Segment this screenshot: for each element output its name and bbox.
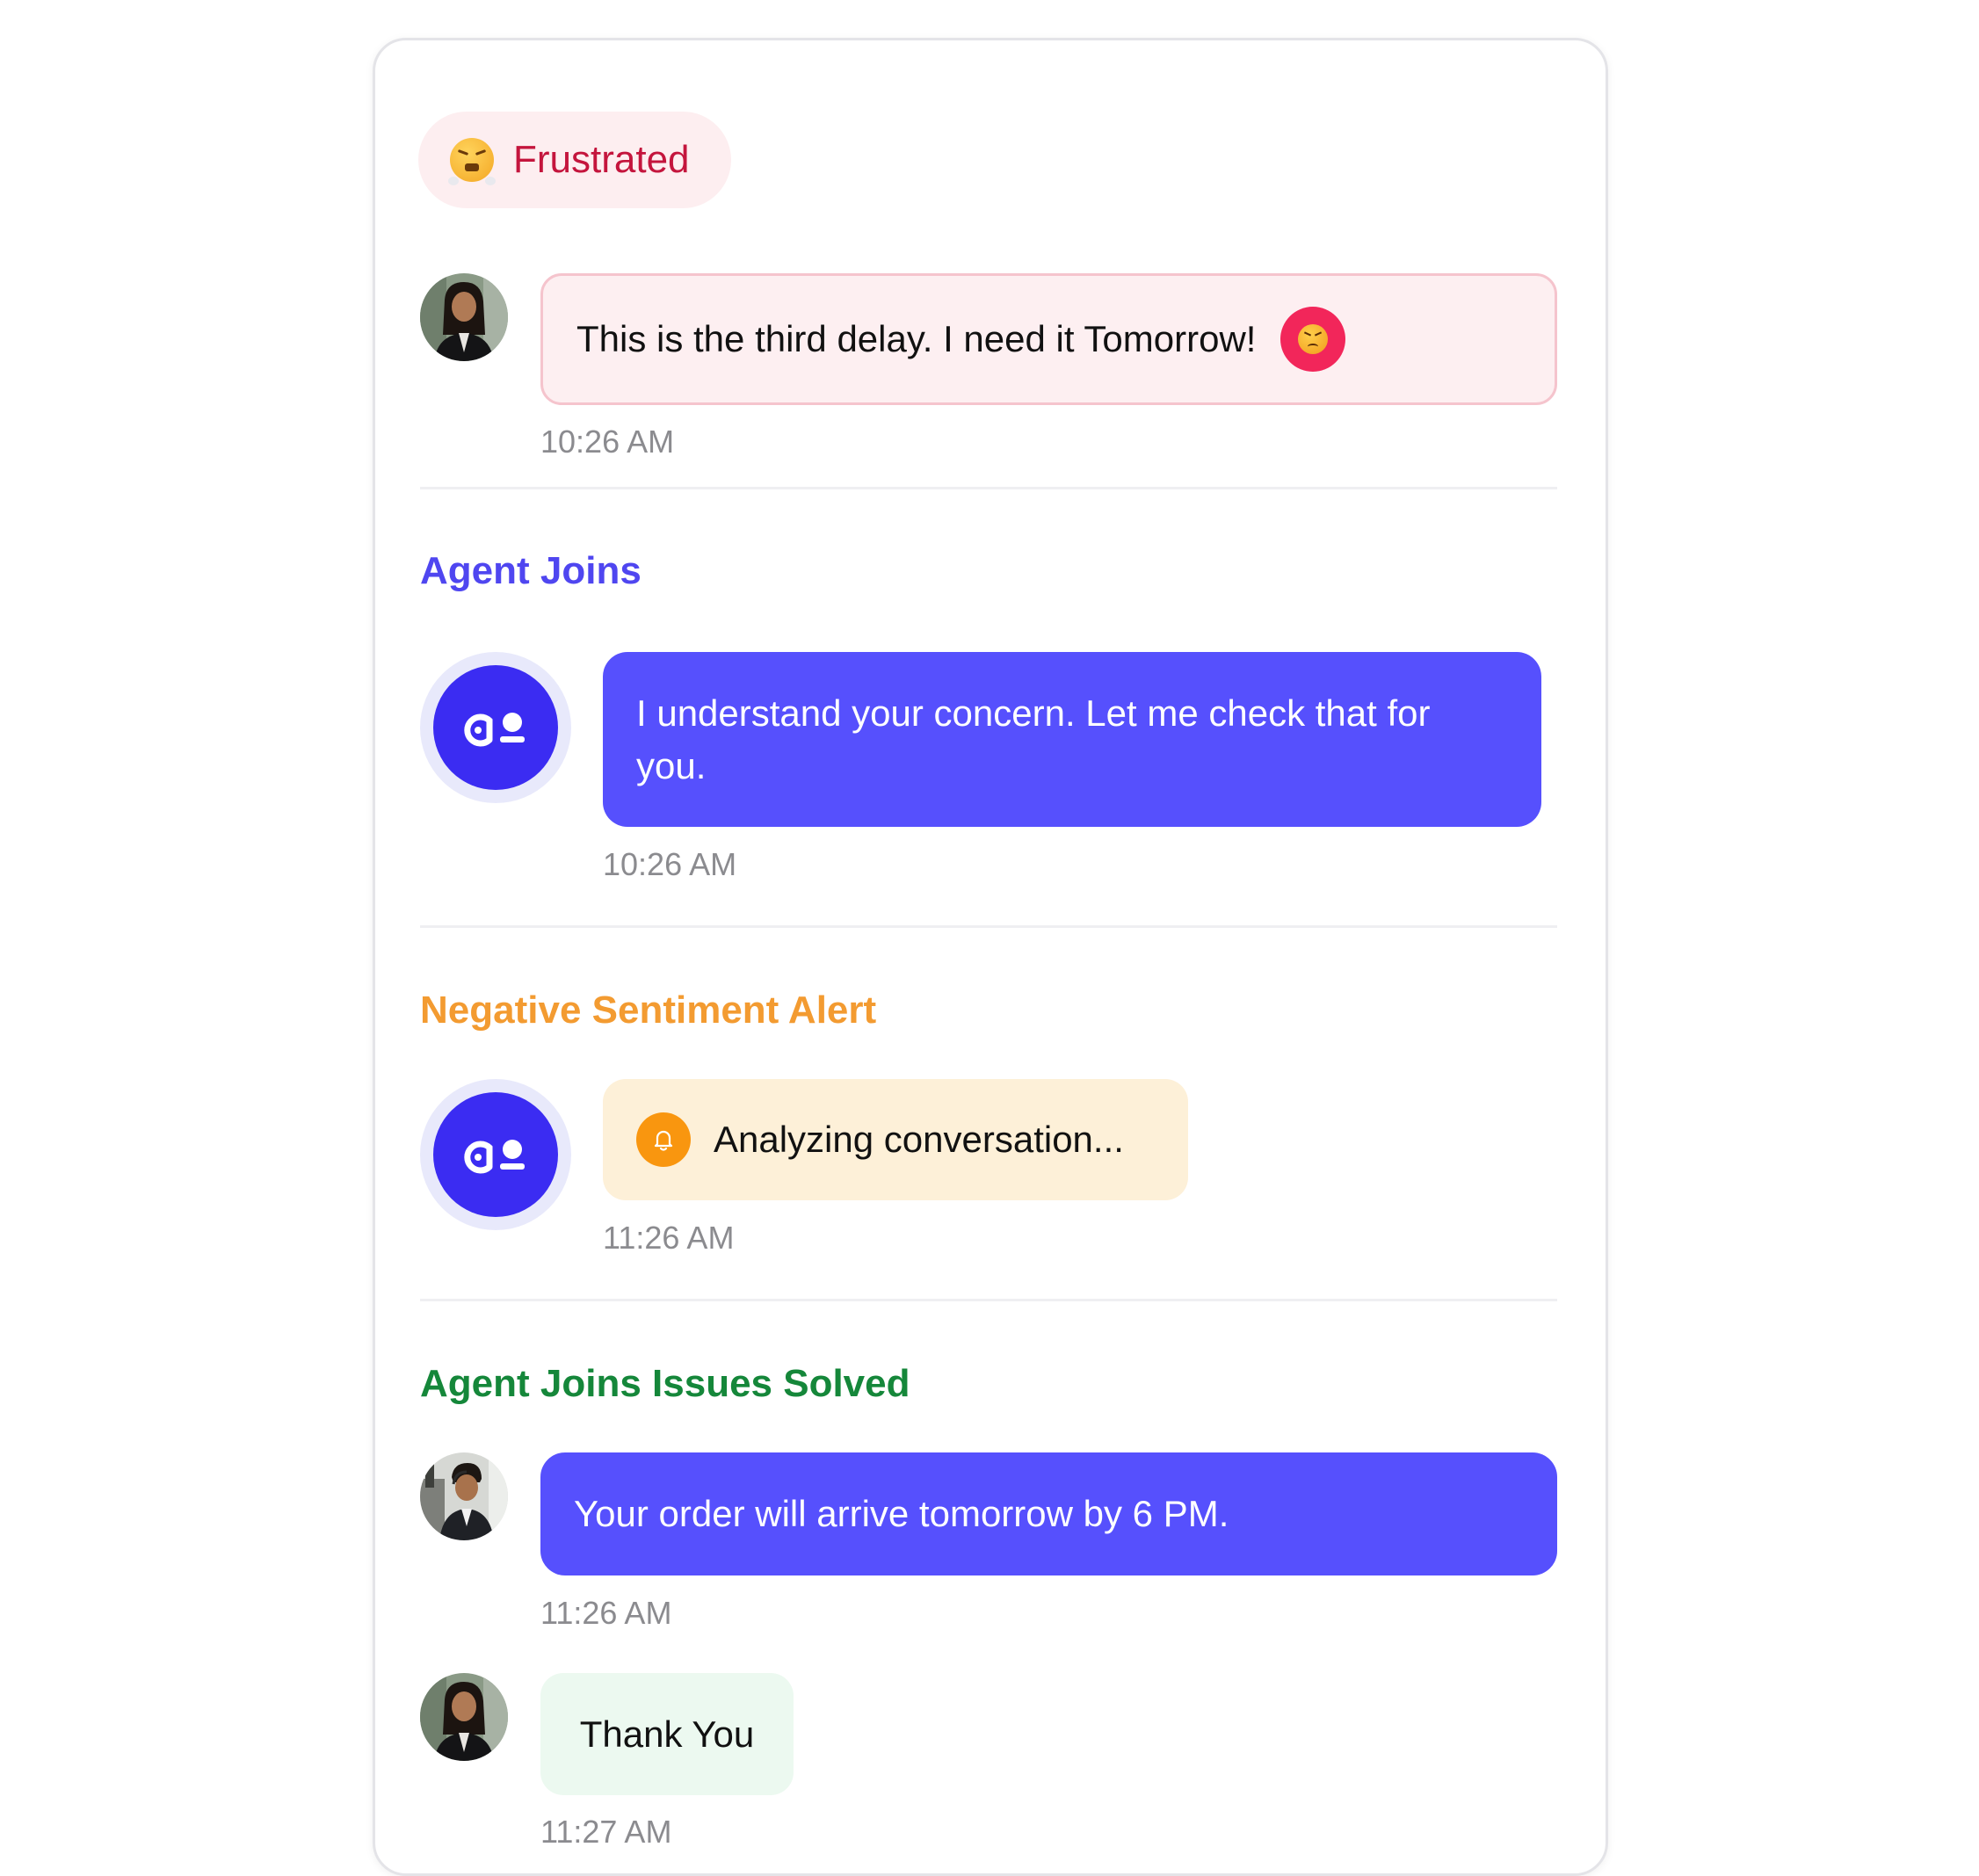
divider bbox=[420, 1299, 1557, 1301]
divider bbox=[420, 925, 1557, 928]
customer-message-bubble: This is the third delay. I need it Tomor… bbox=[540, 273, 1557, 405]
mood-label: Frustrated bbox=[513, 138, 690, 181]
message-text: This is the third delay. I need it Tomor… bbox=[576, 318, 1257, 359]
customer-avatar bbox=[420, 273, 508, 361]
steam-face-emoji-icon bbox=[448, 138, 496, 185]
angry-face-icon bbox=[1280, 307, 1346, 372]
bot-logo-icon bbox=[464, 1140, 525, 1174]
divider bbox=[420, 487, 1557, 489]
section-title-negative-alert: Negative Sentiment Alert bbox=[420, 989, 877, 1032]
customer-message-bubble: Thank You bbox=[540, 1673, 794, 1795]
bot-avatar bbox=[420, 1079, 571, 1230]
bell-icon bbox=[636, 1112, 691, 1167]
message-text: Analyzing conversation... bbox=[714, 1119, 1124, 1160]
bot-avatar bbox=[420, 652, 571, 803]
customer-avatar bbox=[420, 1673, 508, 1761]
message-timestamp: 11:27 AM bbox=[540, 1814, 672, 1850]
bot-message-bubble: I understand your concern. Let me check … bbox=[603, 652, 1541, 827]
section-title-agent-joins: Agent Joins bbox=[420, 549, 642, 592]
alert-message-bubble: Analyzing conversation... bbox=[603, 1079, 1188, 1200]
message-timestamp: 10:26 AM bbox=[603, 846, 737, 882]
mood-badge: Frustrated bbox=[418, 112, 731, 208]
message-text: I understand your concern. Let me check … bbox=[636, 692, 1431, 786]
agent-avatar bbox=[420, 1452, 508, 1540]
message-timestamp: 11:26 AM bbox=[603, 1220, 735, 1256]
bot-logo-icon bbox=[464, 713, 525, 747]
message-timestamp: 10:26 AM bbox=[540, 424, 675, 460]
section-title-issues-solved: Agent Joins Issues Solved bbox=[420, 1362, 910, 1405]
message-text: Thank You bbox=[579, 1713, 755, 1755]
agent-message-bubble: Your order will arrive tomorrow by 6 PM. bbox=[540, 1452, 1557, 1575]
message-timestamp: 11:26 AM bbox=[540, 1595, 672, 1631]
message-text: Your order will arrive tomorrow by 6 PM. bbox=[574, 1493, 1229, 1534]
